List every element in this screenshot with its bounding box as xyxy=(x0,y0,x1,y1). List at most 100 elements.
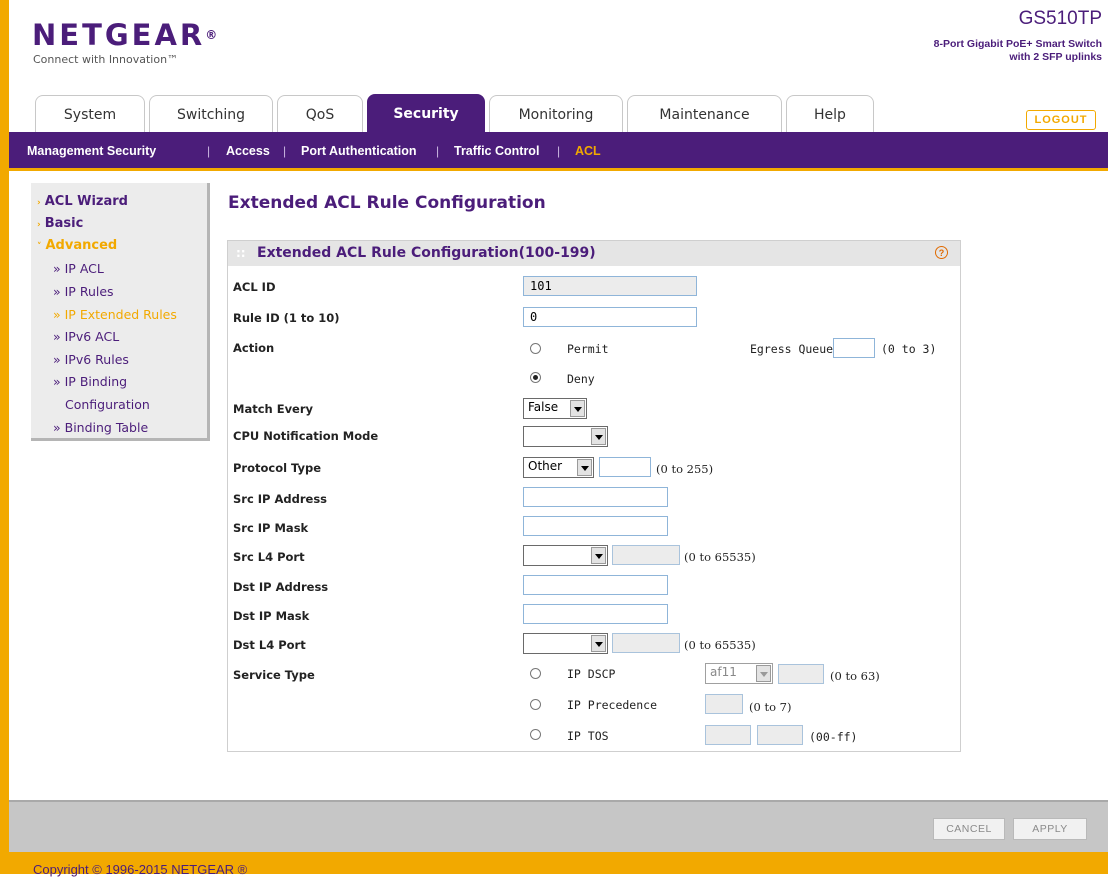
apply-button[interactable]: APPLY xyxy=(1013,818,1087,840)
subnav-separator: | xyxy=(436,144,440,158)
tab-help[interactable]: Help xyxy=(786,95,874,133)
dst-mask-input[interactable] xyxy=(523,604,668,624)
protocol-number-input[interactable] xyxy=(599,457,651,477)
chevron-down-icon: ˅ xyxy=(37,242,42,252)
acl-id-label: ACL ID xyxy=(233,280,276,294)
dst-ip-label: Dst IP Address xyxy=(233,580,329,594)
dst-ip-input[interactable] xyxy=(523,575,668,595)
chevron-down-icon xyxy=(570,400,585,417)
egress-queue-input[interactable] xyxy=(833,338,875,358)
tab-maintenance[interactable]: Maintenance xyxy=(627,95,782,133)
tab-security[interactable]: Security xyxy=(367,94,485,133)
sidebar-item-basic[interactable]: › Basic xyxy=(37,216,83,231)
subnav-acl[interactable]: ACL xyxy=(575,144,601,158)
dst-l4-label: Dst L4 Port xyxy=(233,638,306,652)
dscp-select[interactable]: af11 xyxy=(705,663,773,684)
chevron-down-icon xyxy=(591,547,606,564)
dst-l4-range: (0 to 65535) xyxy=(684,638,756,652)
precedence-range: (0 to 7) xyxy=(749,700,792,714)
sidebar-item-ip-rules[interactable]: » IP Rules xyxy=(53,284,114,299)
chevron-right-icon: › xyxy=(37,220,41,230)
sidebar-item-ip-binding[interactable]: » IP Binding xyxy=(53,374,127,389)
panel-title: Extended ACL Rule Configuration(100-199) xyxy=(257,245,596,261)
subnav-access[interactable]: Access xyxy=(226,144,270,158)
action-deny-label: Deny xyxy=(567,372,595,386)
logout-button[interactable]: LOGOUT xyxy=(1026,110,1096,130)
dst-l4-select[interactable] xyxy=(523,633,608,654)
rule-id-input[interactable]: 0 xyxy=(523,307,697,327)
service-tos-label: IP TOS xyxy=(567,729,609,743)
help-icon[interactable]: ? xyxy=(935,246,948,259)
subnav-traffic-control[interactable]: Traffic Control xyxy=(454,144,539,158)
chevron-down-icon xyxy=(591,428,606,445)
tab-monitoring[interactable]: Monitoring xyxy=(489,95,623,133)
match-every-label: Match Every xyxy=(233,402,314,416)
match-every-select[interactable]: False xyxy=(523,398,587,419)
subnav-separator: | xyxy=(283,144,287,158)
src-ip-label: Src IP Address xyxy=(233,492,328,506)
sidebar-item-ip-extended-rules[interactable]: » IP Extended Rules xyxy=(53,307,177,322)
cpu-notification-label: CPU Notification Mode xyxy=(233,429,379,443)
tab-system[interactable]: System xyxy=(35,95,145,133)
sidebar-item-acl-wizard[interactable]: › ACL Wizard xyxy=(37,194,128,209)
netgear-logo: NETGEAR® xyxy=(32,18,218,52)
tab-qos[interactable]: QoS xyxy=(277,95,363,133)
precedence-input[interactable] xyxy=(705,694,743,714)
protocol-type-select[interactable]: Other xyxy=(523,457,594,478)
grip-icon: :: xyxy=(236,246,246,260)
service-precedence-label: IP Precedence xyxy=(567,698,658,712)
service-dscp-label: IP DSCP xyxy=(567,667,616,681)
copyright-text: Copyright © 1996-2015 NETGEAR ® xyxy=(33,862,248,877)
dscp-value-input[interactable] xyxy=(778,664,824,684)
src-l4-label: Src L4 Port xyxy=(233,550,305,564)
sidebar: › ACL Wizard › Basic ˅ Advanced » IP ACL » … xyxy=(31,183,210,441)
service-type-label: Service Type xyxy=(233,668,315,682)
sub-navigation: Management Security | Access | Port Auth… xyxy=(9,133,1108,171)
src-ip-input[interactable] xyxy=(523,487,668,507)
subnav-separator: | xyxy=(557,144,561,158)
chevron-down-icon xyxy=(756,665,771,682)
src-l4-port-input[interactable] xyxy=(612,545,680,565)
egress-queue-range: (0 to 3) xyxy=(881,342,937,356)
dst-mask-label: Dst IP Mask xyxy=(233,609,310,623)
chevron-down-icon xyxy=(577,459,592,476)
sidebar-item-ipv6-acl[interactable]: » IPv6 ACL xyxy=(53,329,119,344)
action-permit-radio[interactable] xyxy=(530,343,541,354)
action-permit-label: Permit xyxy=(567,342,609,356)
service-precedence-radio[interactable] xyxy=(530,699,541,710)
chevron-right-icon: › xyxy=(37,198,41,208)
subnav-management-security[interactable]: Management Security xyxy=(27,144,156,158)
dst-l4-port-input[interactable] xyxy=(612,633,680,653)
cancel-button[interactable]: CANCEL xyxy=(933,818,1005,840)
sidebar-item-advanced[interactable]: ˅ Advanced xyxy=(37,238,117,253)
egress-queue-label: Egress Queue xyxy=(750,342,834,356)
cpu-notification-select[interactable] xyxy=(523,426,608,447)
chevron-down-icon xyxy=(591,635,606,652)
subnav-separator: | xyxy=(207,144,211,158)
rule-id-label: Rule ID (1 to 10) xyxy=(233,311,340,325)
service-tos-radio[interactable] xyxy=(530,729,541,740)
service-dscp-radio[interactable] xyxy=(530,668,541,679)
src-l4-select[interactable] xyxy=(523,545,608,566)
model-name: GS510TP xyxy=(1018,8,1102,29)
protocol-range: (0 to 255) xyxy=(656,462,714,476)
left-accent-bar xyxy=(0,0,9,874)
src-l4-range: (0 to 65535) xyxy=(684,550,756,564)
src-mask-input[interactable] xyxy=(523,516,668,536)
tos-range: (00-ff) xyxy=(809,730,858,744)
subnav-port-authentication[interactable]: Port Authentication xyxy=(301,144,417,158)
page-title: Extended ACL Rule Configuration xyxy=(228,193,546,213)
sidebar-item-ip-acl[interactable]: » IP ACL xyxy=(53,261,104,276)
sidebar-item-binding-table[interactable]: » Binding Table xyxy=(53,420,148,435)
sidebar-item-ipv6-rules[interactable]: » IPv6 Rules xyxy=(53,352,129,367)
acl-id-field: 101 xyxy=(523,276,697,296)
tos-bits-input[interactable] xyxy=(705,725,751,745)
action-label: Action xyxy=(233,341,275,355)
action-deny-radio[interactable] xyxy=(530,372,541,383)
brand-tagline: Connect with Innovation™ xyxy=(33,53,179,66)
tos-mask-input[interactable] xyxy=(757,725,803,745)
sidebar-item-ip-binding-configuration[interactable]: Configuration xyxy=(65,397,150,412)
dscp-range: (0 to 63) xyxy=(830,669,880,683)
src-mask-label: Src IP Mask xyxy=(233,521,309,535)
tab-switching[interactable]: Switching xyxy=(149,95,273,133)
